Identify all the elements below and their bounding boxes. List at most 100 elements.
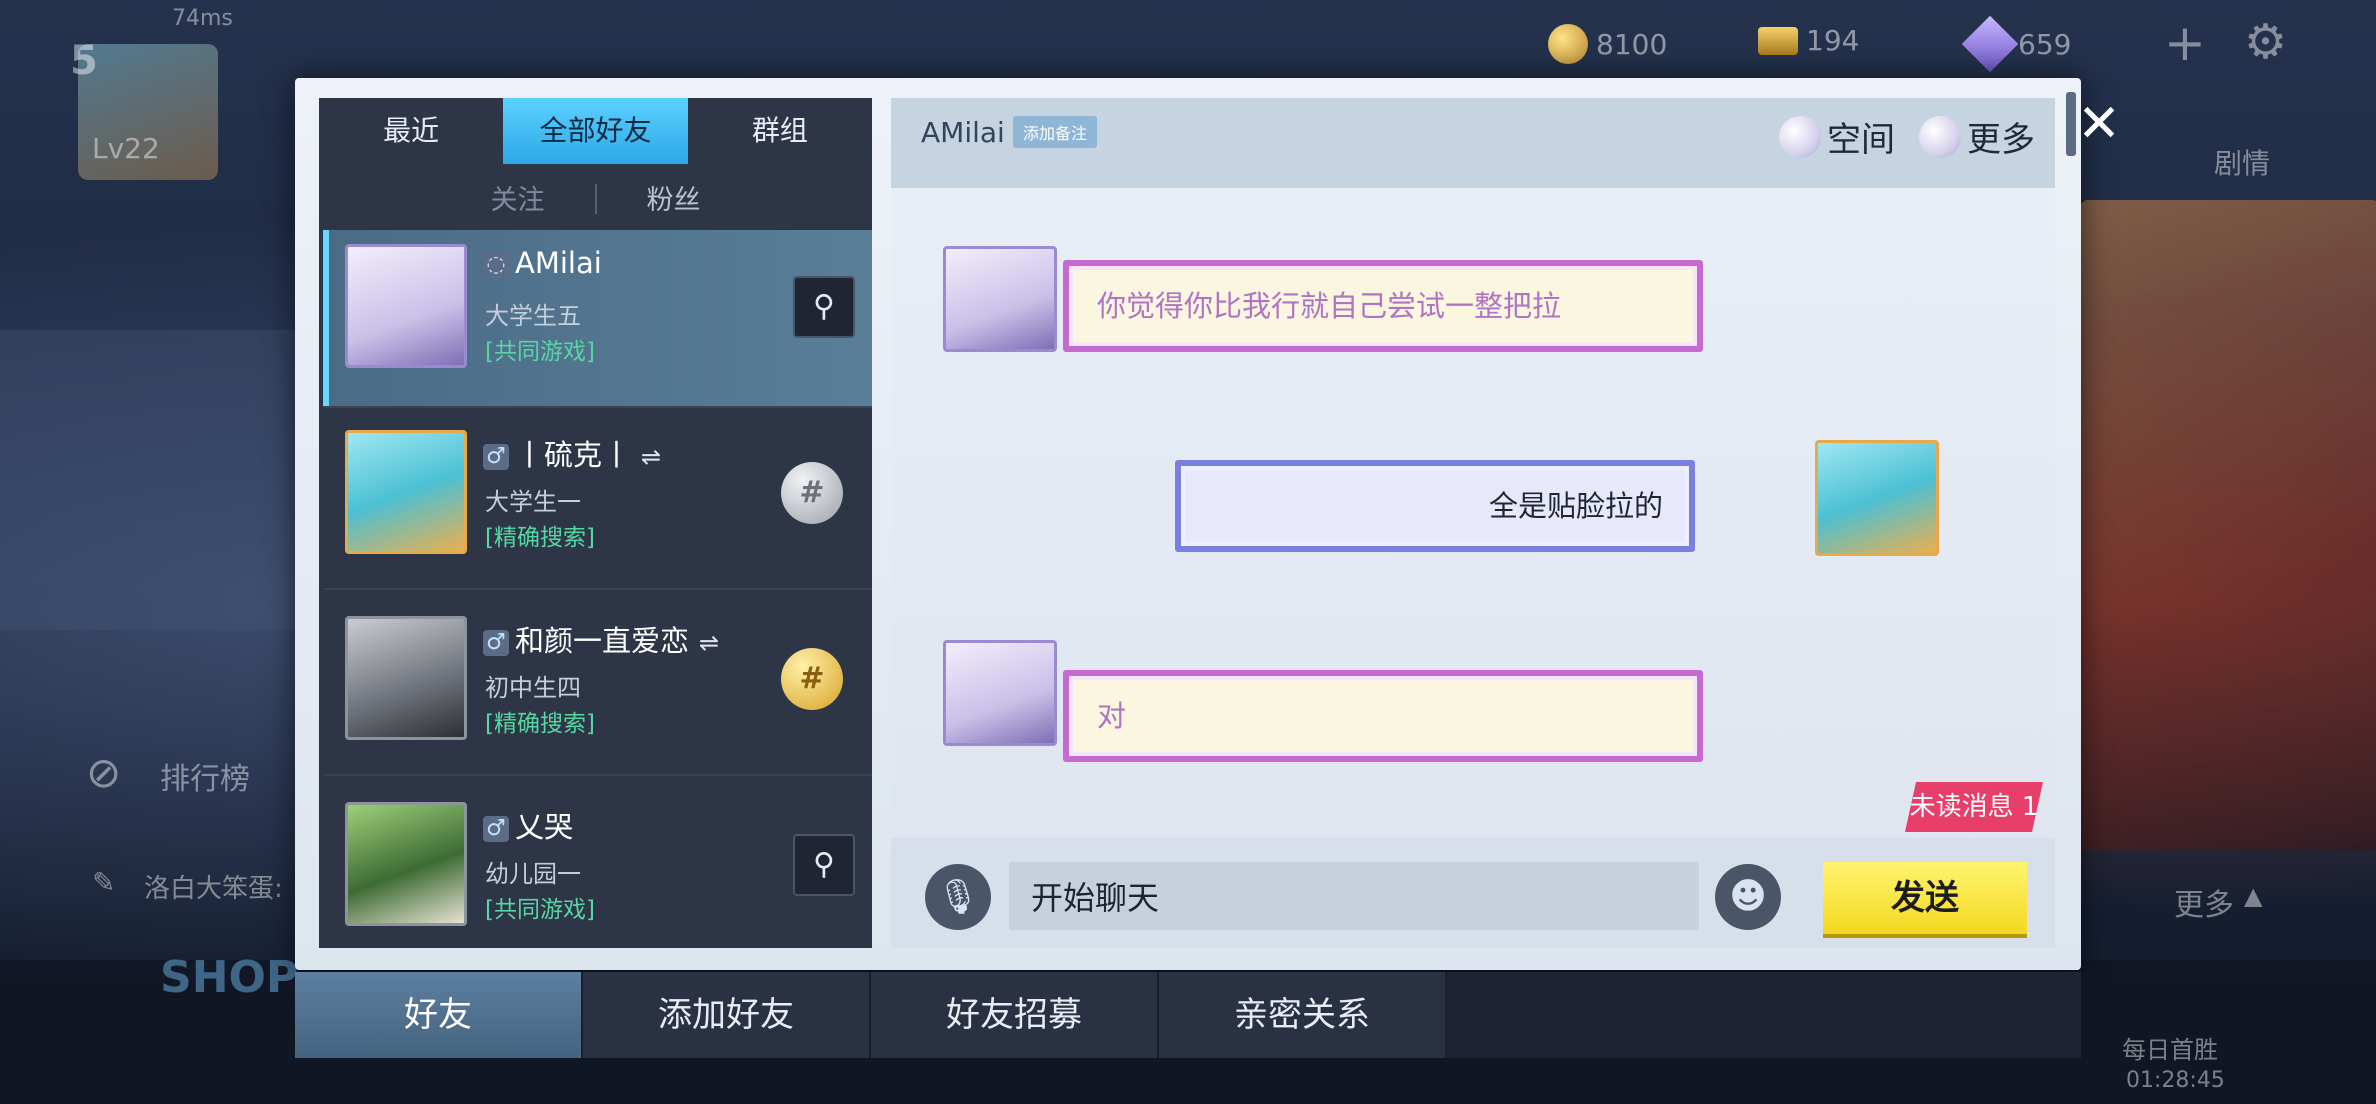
- friend-name-row: ♂ 和颜一直爱恋 ⇌: [483, 618, 719, 660]
- leaderboard-label[interactable]: 排行榜: [160, 754, 250, 798]
- friend-avatar[interactable]: [345, 430, 467, 554]
- more-arrow-icon: ▲: [2244, 882, 2263, 910]
- message-bubble-left: 你觉得你比我行就自己尝试一整把拉: [1063, 260, 1703, 352]
- space-label: 空间: [1827, 120, 1895, 160]
- chat-preview-icon: ✎: [92, 866, 116, 899]
- background-character-art: [2080, 200, 2376, 850]
- daily-timer: 01:28:45: [2126, 1068, 2225, 1093]
- list-divider: [323, 774, 872, 776]
- silver-coin-icon[interactable]: #: [781, 462, 843, 524]
- background-building: [0, 330, 300, 630]
- friend-grade: 幼儿园一: [485, 860, 581, 888]
- male-icon: ♂: [483, 816, 509, 842]
- list-divider: [323, 588, 872, 590]
- more-orb-icon: [1919, 115, 1961, 158]
- friend-source: [共同游戏]: [485, 339, 595, 365]
- subtab-fans[interactable]: 粉丝: [647, 178, 701, 228]
- friends-list-panel: 最近 全部好友 群组 关注 粉丝 ◌ AMilai 大学生五 [共同游戏] ⚲ ♂…: [319, 98, 872, 948]
- friend-grade: 大学生五: [485, 302, 581, 330]
- male-icon: ♂: [483, 444, 509, 470]
- tab-intimacy[interactable]: 亲密关系: [1159, 972, 1447, 1058]
- friend-item-liuke[interactable]: ♂ 丨硫克丨 ⇌ 大学生一 [精确搜索] #: [323, 416, 872, 592]
- more-button[interactable]: 更多: [1919, 112, 2035, 161]
- bar-counter: 194: [1758, 24, 1859, 57]
- male-icon: ♂: [483, 630, 509, 656]
- partner-avatar[interactable]: [943, 640, 1057, 746]
- self-avatar[interactable]: [1815, 440, 1939, 556]
- partner-avatar[interactable]: [943, 246, 1057, 352]
- tab-groups[interactable]: 群组: [688, 98, 872, 164]
- chat-input[interactable]: [1009, 862, 1699, 930]
- microphone-icon[interactable]: 🎙: [925, 864, 991, 930]
- shop-label[interactable]: SHOP: [160, 952, 298, 1003]
- list-divider: [323, 406, 872, 408]
- friend-name: 和颜一直爱恋: [515, 624, 690, 658]
- chat-header: AMilai 添加备注 空间 更多: [891, 98, 2055, 188]
- hidden-gender-icon: ◌: [483, 252, 509, 278]
- add-friend-icon[interactable]: ⚲: [793, 276, 855, 338]
- daily-first-win-label[interactable]: 每日首胜: [2122, 1030, 2218, 1065]
- friend-avatar[interactable]: [345, 616, 467, 740]
- friend-name-row: ♂ 丨硫克丨 ⇌: [483, 432, 661, 474]
- friend-source: [精确搜索]: [485, 525, 595, 551]
- friend-name: 丨硫克丨: [515, 438, 632, 472]
- friends-subtabs: 关注 粉丝: [319, 178, 872, 228]
- tab-add-friend[interactable]: 添加好友: [583, 972, 871, 1058]
- space-button[interactable]: 空间: [1779, 112, 1895, 161]
- friend-name: 乂哭: [515, 810, 574, 844]
- friend-name-row: ◌ AMilai: [483, 246, 602, 280]
- gold-coin-icon: [1548, 24, 1588, 64]
- friend-grade: 初中生四: [485, 674, 581, 702]
- bar-value: 194: [1806, 24, 1860, 57]
- message-bubble-right: 全是贴脸拉的: [1175, 460, 1695, 552]
- settings-gear-icon[interactable]: ⚙: [2244, 14, 2287, 70]
- friend-grade: 大学生一: [485, 488, 581, 516]
- chat-partner-name: AMilai: [921, 116, 1005, 149]
- plus-icon[interactable]: +: [2164, 14, 2206, 72]
- add-friend-icon[interactable]: ⚲: [793, 834, 855, 896]
- ping-text: 74ms: [172, 6, 233, 31]
- add-remark-button[interactable]: 添加备注: [1013, 116, 1098, 148]
- chat-input-row: 🎙 ☻ 发送: [891, 838, 2055, 948]
- tab-recent[interactable]: 最近: [319, 98, 503, 164]
- message-bubble-left: 对: [1063, 670, 1703, 762]
- friend-name: AMilai: [515, 246, 602, 280]
- gold-bar-icon: [1758, 26, 1798, 55]
- chat-preview-text[interactable]: 洛白大笨蛋:: [144, 868, 283, 905]
- friends-tabs: 最近 全部好友 群组: [319, 98, 872, 164]
- friend-avatar[interactable]: [345, 802, 467, 926]
- rank-number: 5: [70, 38, 98, 84]
- mutual-follow-icon: ⇌: [641, 443, 662, 471]
- gem-value: 659: [2018, 27, 2072, 61]
- gold-coin-icon[interactable]: #: [781, 648, 843, 710]
- tab-friends[interactable]: 好友: [295, 972, 583, 1058]
- send-button[interactable]: 发送: [1823, 862, 2027, 934]
- unread-messages-badge[interactable]: 未读消息 1: [1905, 782, 2043, 832]
- friend-item-heyan[interactable]: ♂ 和颜一直爱恋 ⇌ 初中生四 [精确搜索] #: [323, 602, 872, 778]
- subtab-following[interactable]: 关注: [491, 178, 545, 228]
- gem-counter: 659: [1961, 15, 2072, 73]
- leaderboard-icon[interactable]: ⊘: [86, 748, 121, 797]
- friend-avatar[interactable]: [345, 244, 467, 368]
- friend-source: [共同游戏]: [485, 897, 595, 923]
- gold-counter: 8100: [1548, 24, 1667, 64]
- tab-bar-filler: [1447, 972, 2081, 1058]
- subtab-divider: [594, 184, 597, 214]
- story-label[interactable]: 剧情: [2214, 142, 2270, 182]
- emoji-icon[interactable]: ☻: [1715, 864, 1781, 930]
- friend-source: [精确搜索]: [485, 711, 595, 737]
- friends-bottom-tabs: 好友 添加好友 好友招募 亲密关系: [295, 972, 2081, 1058]
- tab-all-friends[interactable]: 全部好友: [503, 98, 688, 164]
- mutual-follow-icon: ⇌: [699, 629, 720, 657]
- friend-name-row: ♂ 乂哭: [483, 804, 573, 846]
- friend-item-amilai[interactable]: ◌ AMilai 大学生五 [共同游戏] ⚲: [323, 230, 872, 406]
- tab-friend-recruit[interactable]: 好友招募: [871, 972, 1159, 1058]
- space-orb-icon: [1779, 115, 1821, 158]
- hud-more-button[interactable]: 更多: [2174, 880, 2234, 924]
- friend-item-yiku[interactable]: ♂ 乂哭 幼儿园一 [共同游戏] ⚲: [323, 788, 872, 948]
- chat-messages: 你觉得你比我行就自己尝试一整把拉 全是贴脸拉的 对: [891, 188, 2055, 838]
- player-level: Lv22: [92, 132, 160, 165]
- more-label: 更多: [1967, 120, 2035, 160]
- close-icon[interactable]: ✕: [2075, 98, 2123, 150]
- gold-value: 8100: [1596, 27, 1668, 61]
